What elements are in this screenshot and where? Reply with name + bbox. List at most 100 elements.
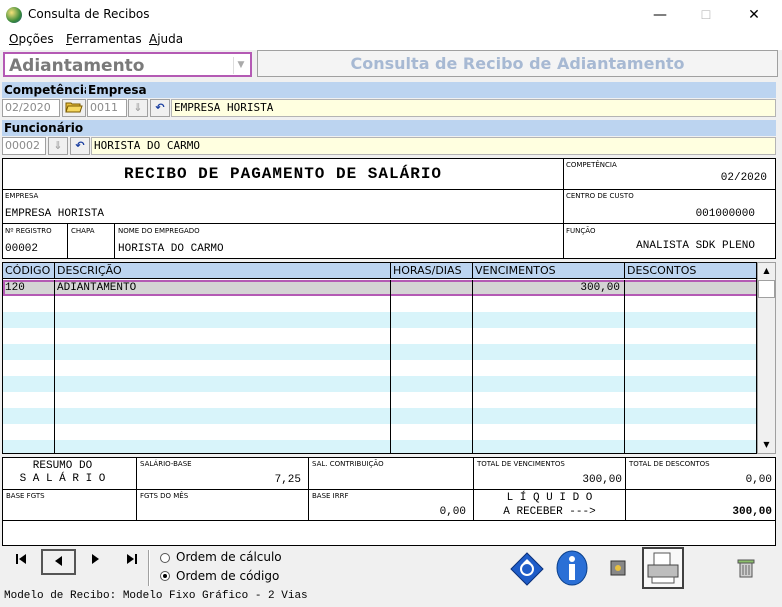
table-cell-descontos — [625, 360, 756, 376]
table-cell-vencimentos: 300,00 — [473, 280, 625, 296]
table-row[interactable] — [3, 440, 756, 453]
empresa-cell-label: EMPRESA — [5, 192, 39, 200]
funcionario-code-input[interactable]: 00002 — [2, 137, 46, 155]
table-cell-descricao — [55, 376, 391, 392]
items-grid[interactable]: CÓDIGO DESCRIÇÃO HORAS/DIAS VENCIMENTOS … — [2, 262, 757, 454]
table-cell-vencimentos — [473, 328, 625, 344]
col-descricao[interactable]: DESCRIÇÃO — [55, 263, 391, 279]
table-cell-horas — [391, 360, 473, 376]
maximize-button[interactable]: ☐ — [686, 4, 726, 26]
base-irrf-cell: BASE IRRF 0,00 — [308, 489, 474, 521]
table-row[interactable] — [3, 392, 756, 408]
table-cell-codigo — [3, 344, 55, 360]
settings-button[interactable] — [600, 549, 636, 587]
total-venc-value: 300,00 — [582, 474, 622, 486]
next-icon — [92, 554, 99, 564]
table-row[interactable] — [3, 360, 756, 376]
table-cell-vencimentos — [473, 392, 625, 408]
nome-value: HORISTA DO CARMO — [118, 243, 224, 255]
table-cell-codigo — [3, 392, 55, 408]
menu-ferramentas[interactable]: Ferramentas — [66, 32, 142, 46]
order-calc-radio[interactable] — [160, 553, 170, 563]
centro-custo-label: CENTRO DE CUSTO — [566, 192, 634, 200]
window-title: Consulta de Recibos — [28, 7, 150, 21]
table-cell-descricao — [55, 440, 391, 453]
total-desc-label: TOTAL DE DESCONTOS — [629, 460, 710, 468]
table-cell-descricao — [55, 392, 391, 408]
chevron-down-icon[interactable]: ▼ — [233, 57, 248, 74]
open-folder-button[interactable] — [62, 99, 86, 117]
scroll-up-icon[interactable]: ▲ — [758, 263, 775, 279]
funcao-label: FUNÇÃO — [566, 227, 596, 235]
first-icon — [16, 554, 26, 564]
table-row[interactable] — [3, 424, 756, 440]
table-row[interactable] — [3, 328, 756, 344]
folder-icon — [65, 102, 83, 113]
refresh-icon — [510, 552, 544, 586]
refresh-button[interactable] — [509, 549, 545, 587]
scroll-down-icon[interactable]: ▼ — [758, 437, 775, 453]
radio-dot — [163, 574, 167, 578]
table-cell-codigo: 120 — [3, 280, 55, 296]
total-venc-cell: TOTAL DE VENCIMENTOS 300,00 — [473, 457, 626, 490]
table-row[interactable] — [3, 296, 756, 312]
competencia-input[interactable]: 02/2020 — [2, 99, 60, 117]
table-cell-codigo — [3, 376, 55, 392]
menu-opcoes[interactable]: Opções — [9, 32, 54, 46]
info-button[interactable] — [554, 549, 590, 587]
grid-scrollbar[interactable]: ▲ ▼ — [757, 262, 776, 454]
base-irrf-value: 0,00 — [439, 506, 466, 518]
chapa-cell: CHAPA — [67, 223, 115, 259]
col-codigo[interactable]: CÓDIGO — [3, 263, 55, 279]
order-code-label[interactable]: Ordem de código — [176, 569, 279, 583]
print-button[interactable] — [642, 547, 684, 589]
table-row[interactable]: 120 ADIANTAMENTO 300,00 — [3, 280, 756, 296]
table-row[interactable] — [3, 408, 756, 424]
order-code-radio[interactable] — [160, 571, 170, 581]
next-record-button[interactable] — [80, 549, 110, 575]
table-cell-codigo — [3, 296, 55, 312]
table-cell-descontos — [625, 312, 756, 328]
table-cell-vencimentos — [473, 376, 625, 392]
liquido-line1: L Í Q U I D O — [506, 492, 593, 504]
table-cell-codigo — [3, 328, 55, 344]
col-vencimentos[interactable]: VENCIMENTOS — [473, 263, 625, 279]
empresa-label: Empresa — [86, 82, 776, 98]
table-cell-descontos — [625, 376, 756, 392]
liquido-cell: 300,00 — [625, 489, 776, 521]
col-descontos[interactable]: DESCONTOS — [625, 263, 756, 279]
empresa-code-input[interactable]: 0011 — [87, 99, 127, 117]
app-icon — [6, 7, 22, 23]
first-record-button[interactable] — [6, 549, 36, 575]
chapa-label: CHAPA — [71, 227, 95, 235]
download-arrow-icon: ⇓ — [53, 139, 63, 152]
table-cell-descricao — [55, 360, 391, 376]
funcionario-lookup-button[interactable]: ⇓ — [48, 137, 68, 155]
status-text: Modelo de Recibo: Modelo Fixo Gráfico - … — [4, 590, 308, 602]
table-cell-horas — [391, 328, 473, 344]
receipt-type-select[interactable]: Adiantamento ▼ — [3, 52, 252, 77]
close-button[interactable]: ✕ — [734, 4, 774, 26]
salario-base-label: SALÁRIO-BASE — [140, 460, 192, 468]
order-calc-label[interactable]: Ordem de cálculo — [176, 550, 282, 564]
registro-value: 00002 — [5, 243, 39, 255]
fgts-mes-label: FGTS DO MÊS — [140, 492, 189, 500]
table-row[interactable] — [3, 344, 756, 360]
minimize-button[interactable]: — — [640, 4, 680, 26]
table-cell-descricao — [55, 424, 391, 440]
table-cell-descontos — [625, 280, 756, 296]
last-record-button[interactable] — [117, 549, 147, 575]
table-row[interactable] — [3, 312, 756, 328]
total-venc-label: TOTAL DE VENCIMENTOS — [477, 460, 565, 468]
empresa-undo-button[interactable]: ↶ — [150, 99, 170, 117]
previous-record-button[interactable] — [41, 549, 76, 575]
resumo-line1: RESUMO DO — [32, 460, 93, 472]
funcionario-undo-button[interactable]: ↶ — [70, 137, 90, 155]
delete-button[interactable] — [728, 549, 764, 587]
col-horas[interactable]: HORAS/DIAS — [391, 263, 473, 279]
table-row[interactable] — [3, 376, 756, 392]
scroll-thumb[interactable] — [758, 280, 775, 298]
liquido-line2: A RECEBER ---> — [503, 506, 596, 518]
menu-ajuda[interactable]: Ajuda — [149, 32, 183, 46]
empresa-lookup-button[interactable]: ⇓ — [128, 99, 148, 117]
